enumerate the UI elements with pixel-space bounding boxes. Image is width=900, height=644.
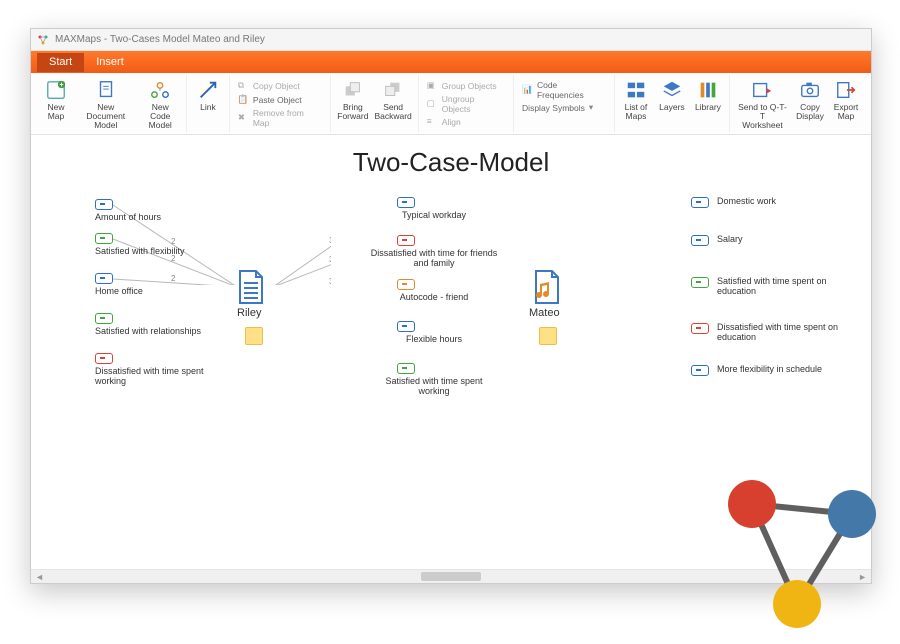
map-title[interactable]: Two-Case-Model <box>353 147 550 178</box>
new-map-icon <box>45 79 67 101</box>
code-label: Amount of hours <box>95 213 161 223</box>
list-of-maps-button[interactable]: List ofMaps <box>618 77 654 123</box>
code-r1[interactable] <box>691 235 709 246</box>
copy-object-button[interactable]: ⧉Copy Object <box>235 79 325 93</box>
code-label: Flexible hours <box>369 335 499 345</box>
svg-text:2: 2 <box>171 237 176 246</box>
decorative-network-icon <box>702 464 892 634</box>
copy-display-button[interactable]: CopyDisplay <box>792 77 828 123</box>
code-m3[interactable] <box>397 321 415 332</box>
window-title: MAXMaps - Two-Cases Model Mateo and Rile… <box>55 34 265 45</box>
tab-start[interactable]: Start <box>37 53 84 72</box>
code-label: Dissatisfied with time for friends and f… <box>369 249 499 269</box>
svg-text:3: 3 <box>329 255 331 264</box>
link-button[interactable]: Link <box>190 77 226 114</box>
document-model-icon <box>95 79 117 101</box>
code-frequencies-button[interactable]: 📊Code Frequencies <box>519 79 609 101</box>
code-l2[interactable] <box>95 273 113 284</box>
link-arrow-icon <box>197 79 219 101</box>
remove-icon: ✖ <box>238 112 250 124</box>
paste-object-button[interactable]: 📋Paste Object <box>235 93 325 107</box>
new-code-model-button[interactable]: New CodeModel <box>138 77 183 132</box>
display-symbols-button[interactable]: Display Symbols▾ <box>519 101 609 114</box>
code-label: Home office <box>95 287 143 297</box>
scrollbar-thumb[interactable] <box>421 572 481 581</box>
code-label: Satisfied with flexibility <box>95 247 185 257</box>
code-label: Dissatisfied with time spent working <box>95 367 225 387</box>
code-l4[interactable] <box>95 353 113 364</box>
group-icon: ▣ <box>427 80 439 92</box>
code-model-icon <box>149 79 171 101</box>
app-icon <box>37 34 49 46</box>
layers-button[interactable]: Layers <box>654 77 690 114</box>
edges-layer: 22221313131221211111 <box>31 135 331 285</box>
remove-from-map-button[interactable]: ✖Remove from Map <box>235 107 325 129</box>
ungroup-icon: ▢ <box>427 98 439 110</box>
ribbon: NewMap New DocumentModel New CodeModel L… <box>31 73 871 135</box>
svg-text:3: 3 <box>329 236 331 245</box>
ribbon-tabs: Start Insert <box>31 51 871 73</box>
layers-icon <box>661 79 683 101</box>
titlebar: MAXMaps - Two-Cases Model Mateo and Rile… <box>31 29 871 51</box>
document-riley-label[interactable]: Riley <box>237 307 261 319</box>
export-icon <box>835 79 857 101</box>
align-icon: ≡ <box>427 116 439 128</box>
memo-mateo[interactable] <box>539 327 557 345</box>
code-m0[interactable] <box>397 197 415 208</box>
library-button[interactable]: Library <box>690 77 726 114</box>
code-r3[interactable] <box>691 323 709 334</box>
memo-riley[interactable] <box>245 327 263 345</box>
document-mateo-label[interactable]: Mateo <box>529 307 560 319</box>
svg-text:3: 3 <box>329 277 331 285</box>
export-map-button[interactable]: ExportMap <box>828 77 864 123</box>
new-map-button[interactable]: NewMap <box>38 77 74 123</box>
send-to-qtt-button[interactable]: Send to Q-T-TWorksheet <box>733 77 792 132</box>
ungroup-objects-button[interactable]: ▢Ungroup Objects <box>424 93 508 115</box>
code-l3[interactable] <box>95 313 113 324</box>
copy-icon: ⧉ <box>238 80 250 92</box>
send-to-qtt-icon <box>751 79 773 101</box>
code-label: Domestic work <box>717 197 776 207</box>
new-document-model-button[interactable]: New DocumentModel <box>74 77 138 132</box>
camera-icon <box>799 79 821 101</box>
code-m2[interactable] <box>397 279 415 290</box>
code-freq-icon: 📊 <box>522 84 534 96</box>
code-label: Autocode - friend <box>369 293 499 303</box>
tab-insert[interactable]: Insert <box>84 53 136 72</box>
bring-forward-icon <box>342 79 364 101</box>
scroll-left-icon[interactable]: ◄ <box>35 572 44 582</box>
code-r4[interactable] <box>691 365 709 376</box>
code-l1[interactable] <box>95 233 113 244</box>
code-r0[interactable] <box>691 197 709 208</box>
code-m1[interactable] <box>397 235 415 246</box>
paste-icon: 📋 <box>238 94 250 106</box>
code-label: More flexibility in schedule <box>717 365 822 375</box>
svg-text:2: 2 <box>171 274 176 283</box>
group-objects-button[interactable]: ▣Group Objects <box>424 79 508 93</box>
align-button[interactable]: ≡Align <box>424 115 508 129</box>
code-label: Typical workday <box>369 211 499 221</box>
library-icon <box>697 79 719 101</box>
document-riley[interactable] <box>237 269 265 305</box>
code-l0[interactable] <box>95 199 113 210</box>
list-of-maps-icon <box>625 79 647 101</box>
code-label: Dissatisfied with time spent on educatio… <box>717 323 847 343</box>
document-mateo[interactable] <box>533 269 561 305</box>
code-label: Salary <box>717 235 743 245</box>
send-backward-icon <box>382 79 404 101</box>
code-label: Satisfied with time spent on education <box>717 277 847 297</box>
send-backward-button[interactable]: SendBackward <box>371 77 414 123</box>
code-label: Satisfied with time spent working <box>369 377 499 397</box>
code-label: Satisfied with relationships <box>95 327 201 337</box>
code-r2[interactable] <box>691 277 709 288</box>
code-m4[interactable] <box>397 363 415 374</box>
bring-forward-button[interactable]: BringForward <box>334 77 371 123</box>
chevron-down-icon: ▾ <box>589 102 593 113</box>
